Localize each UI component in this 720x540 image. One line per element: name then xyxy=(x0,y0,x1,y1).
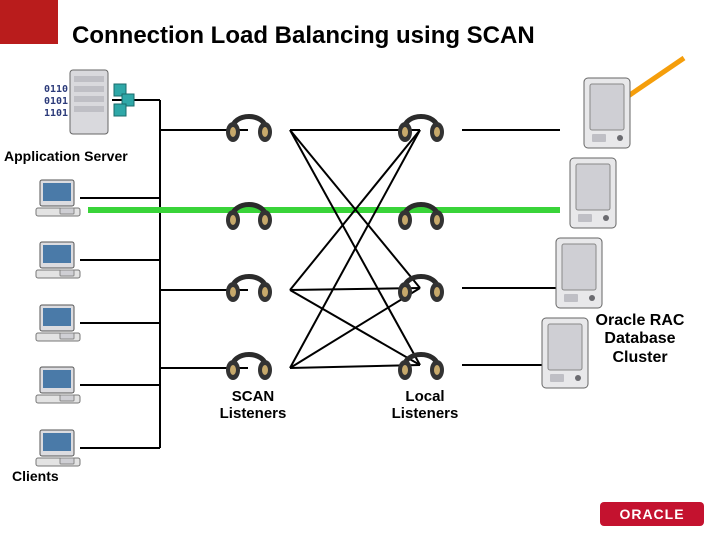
slide: Connection Load Balancing using SCAN App… xyxy=(0,0,720,540)
scan-listener-icon xyxy=(226,277,272,303)
client-icon xyxy=(36,180,80,216)
svg-text:ORACLE: ORACLE xyxy=(619,506,684,522)
db-node-icon xyxy=(556,238,602,308)
client-icon xyxy=(36,367,80,403)
db-node-icon xyxy=(570,158,616,228)
wires xyxy=(80,100,560,448)
svg-text:0110: 0110 xyxy=(44,84,68,95)
client-icon xyxy=(36,430,80,466)
client-icon xyxy=(36,242,80,278)
binary-bits-icon: 0110 0101 1101 xyxy=(44,84,68,119)
scan-listener-icon xyxy=(226,355,272,381)
db-node-icon xyxy=(542,318,588,388)
svg-text:1101: 1101 xyxy=(44,108,68,119)
local-listener-icon xyxy=(398,117,444,143)
oracle-logo-icon: ORACLE xyxy=(600,502,704,526)
svg-text:0101: 0101 xyxy=(44,96,68,107)
scan-listener-icon xyxy=(226,117,272,143)
db-node-icon xyxy=(584,78,630,148)
local-listener-icon xyxy=(398,277,444,303)
diagram-canvas: 0110 0101 1101 ORAC xyxy=(0,0,720,540)
client-icon xyxy=(36,305,80,341)
app-server-icon xyxy=(70,70,108,134)
local-listener-icon xyxy=(398,355,444,381)
